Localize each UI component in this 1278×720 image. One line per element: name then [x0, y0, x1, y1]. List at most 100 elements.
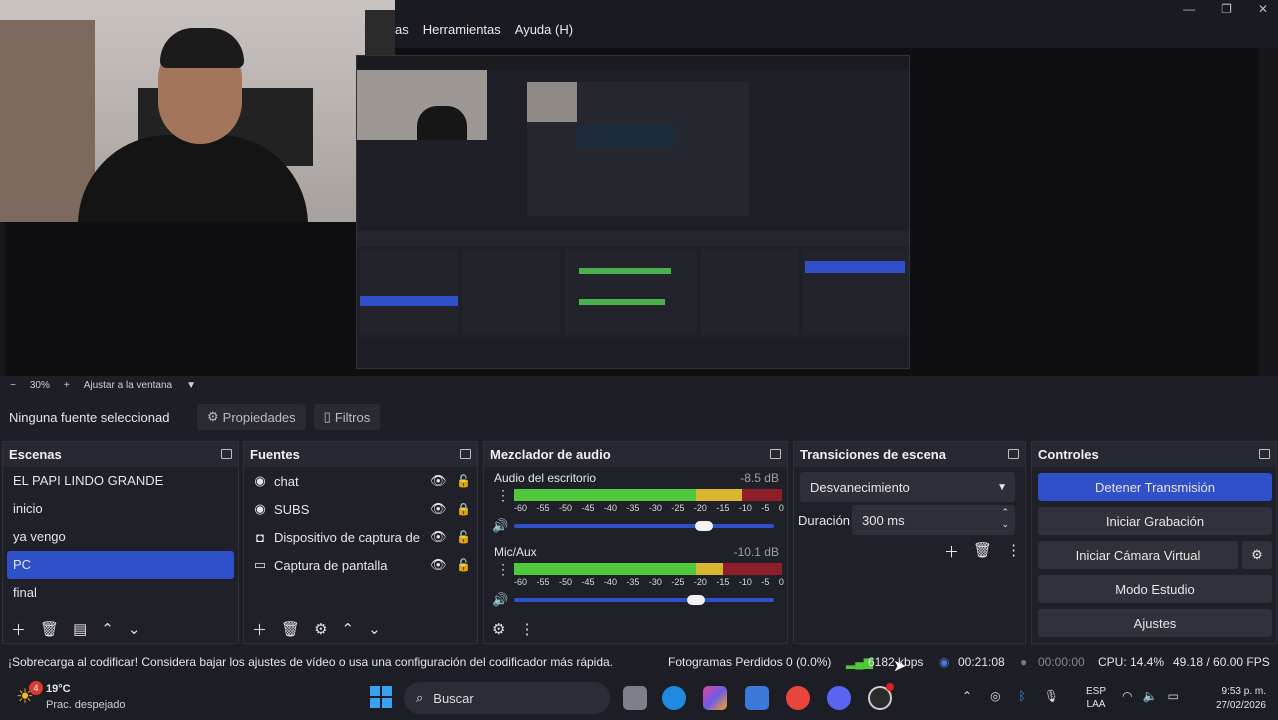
move-up-icon[interactable]: ⌃	[101, 620, 114, 638]
visibility-icon[interactable]: 👁	[430, 529, 447, 545]
filters-button[interactable]: ▯ Filtros	[313, 404, 381, 430]
volume-knob[interactable]	[694, 521, 713, 531]
system-tray: ⌃ ◎ ᛒ 🎙	[962, 689, 1059, 703]
visibility-icon[interactable]: 👁	[430, 473, 447, 489]
zoom-in-button[interactable]: +	[64, 380, 70, 391]
cpu-usage: CPU: 14.4%	[1098, 655, 1165, 669]
status-icons[interactable]: ◠ 🔈 ▭	[1122, 689, 1179, 703]
stop-streaming-button[interactable]: Detener Transmisión	[1038, 473, 1272, 501]
advanced-audio-icon[interactable]: ⚙	[492, 620, 505, 638]
discord-icon[interactable]	[827, 686, 851, 710]
source-item[interactable]: ◉ chat 👁 🔓	[244, 467, 477, 495]
microphone-icon[interactable]: 🎙	[1044, 689, 1059, 703]
globe-icon: ◉	[254, 501, 266, 516]
gear-icon[interactable]: ⚙	[314, 620, 327, 638]
menu-item-tools[interactable]: Herramientas	[423, 22, 501, 37]
menu-item-partial[interactable]: as	[395, 22, 409, 37]
copilot-icon[interactable]	[703, 686, 727, 710]
duration-label: Duración	[798, 513, 851, 528]
scenes-list: EL PAPI LINDO GRANDE inicio ya vengo PC …	[3, 467, 238, 643]
volume-knob[interactable]	[687, 595, 705, 605]
more-options-icon[interactable]: ⋮	[1006, 541, 1021, 562]
tray-expand-icon[interactable]: ⌃	[962, 689, 972, 703]
unlock-icon[interactable]: 🔓	[456, 474, 471, 488]
source-item[interactable]: ▭ Captura de pantalla 👁 🔓	[244, 551, 477, 579]
nested-taskbar	[357, 350, 909, 368]
move-down-icon[interactable]: ⌄	[128, 620, 141, 638]
transition-select[interactable]: Desvanecimiento ▼	[800, 472, 1015, 502]
source-name: chat	[274, 473, 299, 489]
start-recording-button[interactable]: Iniciar Grabación	[1038, 507, 1272, 535]
scenes-footer: ＋ 🗑 ▤ ⌃ ⌄	[3, 615, 238, 643]
volume-slider[interactable]	[514, 521, 774, 531]
fps: 49.18 / 60.00 FPS	[1173, 655, 1270, 669]
source-item[interactable]: ◉ SUBS 👁 🔒	[244, 495, 477, 523]
tray-app-icon[interactable]: ◎	[990, 689, 1000, 703]
spin-down-icon[interactable]: ⌄	[1001, 519, 1009, 530]
trash-icon[interactable]: 🗑	[281, 620, 300, 638]
add-icon[interactable]: ＋	[252, 619, 267, 640]
transitions-title: Transiciones de escena	[800, 446, 946, 462]
transitions-header: Transiciones de escena	[794, 442, 1025, 466]
more-options-icon[interactable]: ⋮	[496, 487, 510, 504]
source-item[interactable]: ◘ Dispositivo de captura de v 👁 🔓	[244, 523, 477, 551]
scene-item[interactable]: ya vengo	[7, 523, 234, 551]
clock[interactable]: 9:53 p. m. 27/02/2026	[1200, 685, 1266, 713]
trash-icon[interactable]: 🗑	[40, 620, 59, 638]
language-indicator[interactable]: ESP LAA	[1086, 685, 1106, 711]
maximize-icon[interactable]: ❐	[1221, 2, 1232, 16]
minimize-icon[interactable]: —	[1183, 2, 1195, 16]
bluetooth-icon[interactable]: ᛒ	[1019, 689, 1026, 703]
undock-icon[interactable]	[770, 449, 781, 459]
properties-button[interactable]: ⚙ Propiedades	[197, 404, 306, 430]
volume-slider[interactable]	[514, 595, 774, 605]
scene-item-selected[interactable]: PC	[7, 551, 234, 579]
spin-up-icon[interactable]: ⌃	[1001, 507, 1009, 518]
edge-icon[interactable]	[662, 686, 686, 710]
filter-icon[interactable]: ▤	[73, 620, 87, 638]
lock-icon[interactable]: 🔒	[456, 502, 471, 516]
dropped-frames: Fotogramas Perdidos 0 (0.0%)	[668, 655, 832, 669]
chevron-down-icon[interactable]: ▼	[186, 380, 196, 391]
nested-screen-capture	[356, 55, 910, 369]
task-view-icon[interactable]	[623, 686, 647, 710]
more-options-icon[interactable]: ⋮	[496, 561, 510, 578]
scene-item[interactable]: EL PAPI LINDO GRANDE	[7, 467, 234, 495]
scene-item[interactable]: final	[7, 579, 234, 607]
menu-item-help[interactable]: Ayuda (H)	[515, 22, 573, 37]
unlock-icon[interactable]: 🔓	[456, 530, 471, 544]
undock-icon[interactable]	[1008, 449, 1019, 459]
volume-icon: 🔈	[1142, 689, 1158, 703]
move-down-icon[interactable]: ⌄	[368, 620, 381, 638]
speaker-icon[interactable]: 🔊	[492, 592, 508, 608]
windows-start-icon[interactable]	[370, 686, 392, 708]
store-icon[interactable]	[745, 686, 769, 710]
meter-red	[741, 489, 782, 501]
mixer-channel-desktop: Audio del escritorio -8.5 dB ⋮ -60 -55 -50…	[484, 467, 787, 541]
undock-icon[interactable]	[1259, 449, 1270, 459]
chrome-icon[interactable]	[786, 686, 810, 710]
taskbar-search[interactable]: ⌕ Buscar	[404, 682, 610, 714]
duration-field[interactable]: 300 ms ⌃ ⌄	[852, 505, 1015, 535]
sources-header: Fuentes	[244, 442, 477, 466]
undock-icon[interactable]	[460, 449, 471, 459]
zoom-out-button[interactable]: −	[10, 380, 16, 391]
trash-icon[interactable]: 🗑	[973, 541, 992, 562]
undock-icon[interactable]	[221, 449, 232, 459]
virtual-camera-settings-button[interactable]: ⚙	[1242, 541, 1272, 569]
visibility-icon[interactable]: 👁	[430, 557, 447, 573]
speaker-icon[interactable]: 🔊	[492, 518, 508, 534]
nested-meter-1	[579, 268, 671, 274]
visibility-icon[interactable]: 👁	[430, 501, 447, 517]
more-options-icon[interactable]: ⋮	[519, 620, 534, 638]
close-icon[interactable]: ✕	[1258, 2, 1268, 16]
add-icon[interactable]: ＋	[11, 619, 26, 640]
zoom-fit-label[interactable]: Ajustar a la ventana	[84, 380, 172, 391]
scene-item[interactable]: inicio	[7, 495, 234, 523]
move-up-icon[interactable]: ⌃	[342, 620, 355, 638]
studio-mode-button[interactable]: Modo Estudio	[1038, 575, 1272, 603]
start-virtual-camera-button[interactable]: Iniciar Cámara Virtual	[1038, 541, 1238, 569]
unlock-icon[interactable]: 🔓	[456, 558, 471, 572]
settings-button[interactable]: Ajustes	[1038, 609, 1272, 637]
add-icon[interactable]: ＋	[944, 541, 959, 562]
